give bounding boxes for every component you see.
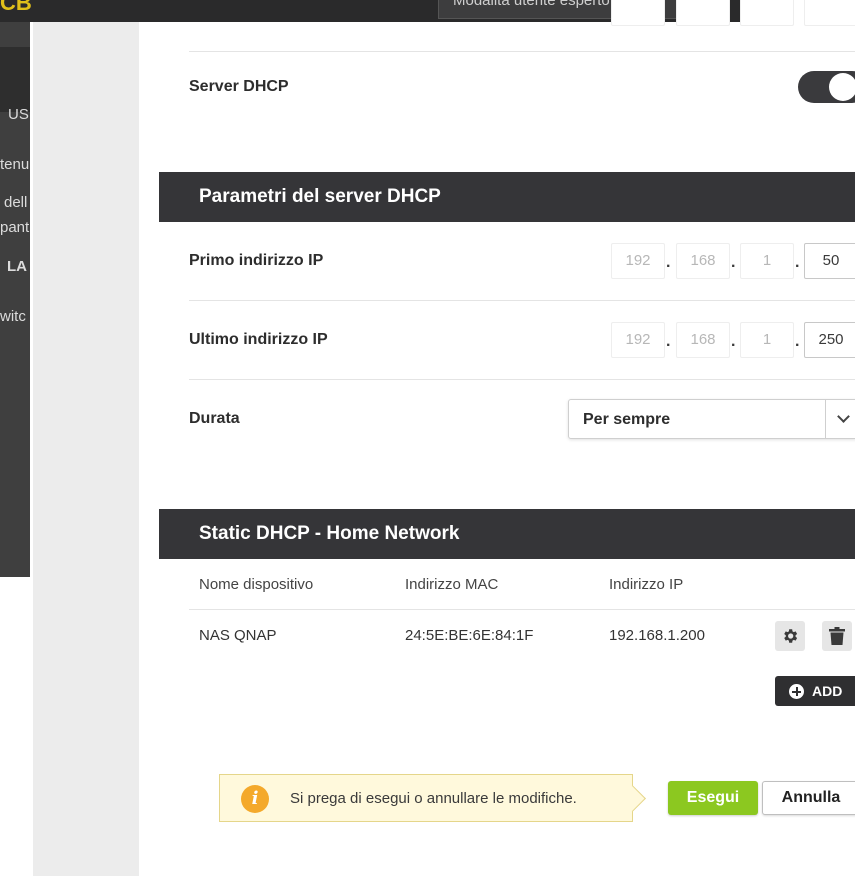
partial-ip-box[interactable] bbox=[611, 0, 665, 26]
section-header-dhcp-params: Parametri del server DHCP bbox=[159, 172, 855, 222]
mac-address-cell: 24:5E:BE:6E:84:1F bbox=[405, 627, 534, 644]
toggle-knob bbox=[829, 73, 855, 101]
dialog-gutter bbox=[33, 22, 139, 876]
background-text-fragment: pant bbox=[0, 219, 30, 236]
execute-button[interactable]: Esegui bbox=[668, 781, 758, 815]
dhcp-settings-dialog bbox=[33, 22, 855, 876]
edit-entry-button[interactable] bbox=[775, 621, 805, 651]
user-mode-select-value: Modalità utente esperto bbox=[453, 0, 610, 9]
row-divider bbox=[189, 300, 855, 301]
plus-circle-icon bbox=[789, 684, 804, 699]
first-ip-octet-1: 192 bbox=[611, 243, 665, 279]
duration-label: Durata bbox=[189, 410, 240, 427]
last-ip-octet-4-input[interactable]: 250 bbox=[804, 322, 855, 358]
first-ip-octet-4-input[interactable]: 50 bbox=[804, 243, 855, 279]
background-logo: CB bbox=[0, 0, 32, 15]
gear-icon bbox=[784, 629, 798, 643]
row-divider bbox=[189, 51, 855, 52]
duration-select-value: Per sempre bbox=[583, 411, 671, 428]
section-title: Static DHCP - Home Network bbox=[199, 523, 460, 544]
delete-entry-button[interactable] bbox=[822, 621, 852, 651]
section-title: Parametri del server DHCP bbox=[199, 186, 441, 207]
background-text-fragment: witc bbox=[0, 308, 26, 325]
first-ip-octet-3: 1 bbox=[740, 243, 794, 279]
last-ip-octet-2: 168 bbox=[676, 322, 730, 358]
background-text-fragment: tenu bbox=[0, 156, 30, 173]
dhcp-server-toggle[interactable] bbox=[798, 71, 855, 103]
chevron-down-icon bbox=[837, 410, 850, 423]
partial-ip-box[interactable] bbox=[676, 0, 730, 26]
section-header-static-dhcp: Static DHCP - Home Network bbox=[159, 509, 855, 559]
info-icon: i bbox=[241, 785, 269, 813]
add-button-label: ADD bbox=[812, 683, 843, 699]
last-ip-octet-1: 192 bbox=[611, 322, 665, 358]
background-nav-strip bbox=[0, 47, 30, 112]
background-sidebar: US tenu dell pant LA witc bbox=[0, 22, 30, 577]
select-divider bbox=[825, 400, 826, 438]
background-text-fragment: LA bbox=[7, 258, 27, 275]
column-header-device-name: Nome dispositivo bbox=[199, 576, 314, 593]
ip-separator: . bbox=[666, 254, 671, 271]
ip-separator: . bbox=[666, 333, 671, 350]
notice-message: Si prega di esegui o annullare le modifi… bbox=[290, 790, 577, 807]
last-ip-label: Ultimo indirizzo IP bbox=[189, 331, 328, 348]
add-static-dhcp-button[interactable]: ADD bbox=[775, 676, 855, 706]
last-ip-octet-3: 1 bbox=[740, 322, 794, 358]
partial-ip-box[interactable] bbox=[804, 0, 855, 26]
row-divider bbox=[189, 379, 855, 380]
ip-separator: . bbox=[731, 333, 736, 350]
pending-changes-notice: i Si prega di esegui o annullare le modi… bbox=[219, 774, 646, 822]
duration-select[interactable]: Per sempre bbox=[568, 399, 855, 439]
ip-separator: . bbox=[795, 254, 800, 271]
partial-ip-box[interactable] bbox=[740, 0, 794, 26]
first-ip-octet-2: 168 bbox=[676, 243, 730, 279]
column-header-mac: Indirizzo MAC bbox=[405, 576, 499, 593]
ip-address-cell: 192.168.1.200 bbox=[609, 627, 705, 644]
ip-separator: . bbox=[795, 333, 800, 350]
dhcp-server-label: Server DHCP bbox=[189, 78, 289, 95]
trash-icon bbox=[829, 627, 845, 645]
column-header-ip: Indirizzo IP bbox=[609, 576, 684, 593]
table-header-divider bbox=[189, 609, 855, 610]
background-text-fragment: dell bbox=[4, 194, 28, 211]
ip-separator: . bbox=[731, 254, 736, 271]
background-text-fragment: US bbox=[8, 106, 29, 123]
first-ip-label: Primo indirizzo IP bbox=[189, 252, 324, 269]
device-name-cell: NAS QNAP bbox=[199, 627, 277, 644]
cancel-button[interactable]: Annulla bbox=[762, 781, 855, 815]
